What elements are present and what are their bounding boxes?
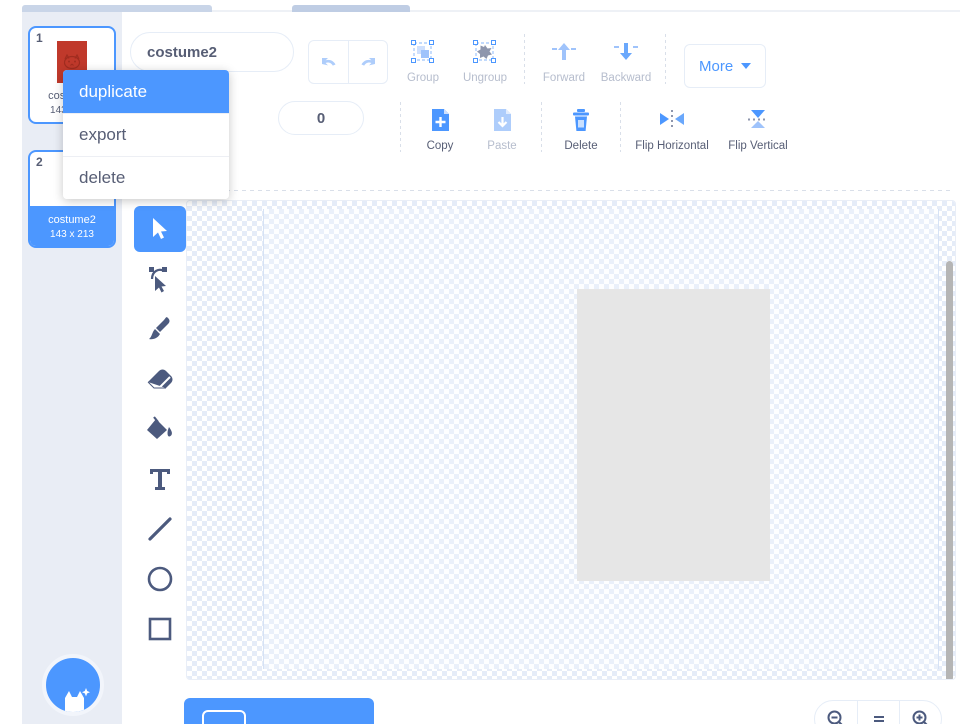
cat-face-icon <box>63 54 81 70</box>
flip-vertical-button[interactable]: Flip Vertical <box>715 100 801 152</box>
toolbar-divider <box>620 102 621 152</box>
circle-icon <box>147 566 173 592</box>
forward-icon <box>550 38 578 68</box>
zoom-out-button[interactable] <box>815 701 857 724</box>
costume-name: costume2 <box>48 214 96 226</box>
minus-icon <box>827 710 843 724</box>
zoom-reset-button[interactable] <box>857 701 899 724</box>
context-menu-item-label: export <box>79 125 127 144</box>
costume-name-row <box>130 32 294 72</box>
canvas-artboard[interactable] <box>263 209 939 669</box>
eraser-icon <box>147 369 173 389</box>
more-button[interactable]: More <box>684 44 767 88</box>
costume-name-input[interactable] <box>130 32 294 72</box>
forward-button[interactable]: Forward <box>533 32 595 84</box>
zoom-in-button[interactable] <box>899 701 941 724</box>
context-menu-item-export[interactable]: export <box>63 113 229 156</box>
copy-icon <box>427 106 453 136</box>
flip-vertical-icon <box>742 106 774 136</box>
context-menu: duplicate export delete <box>63 70 229 199</box>
paste-icon <box>489 106 515 136</box>
equals-icon <box>873 716 884 722</box>
group-button[interactable]: Group <box>392 32 454 84</box>
brush-icon <box>149 317 170 340</box>
copy-button-label: Copy <box>426 140 454 152</box>
flip-horizontal-button-label: Flip Horizontal <box>635 140 709 152</box>
context-menu-item-duplicate[interactable]: duplicate <box>63 70 229 113</box>
paint-canvas[interactable] <box>186 200 956 680</box>
context-menu-item-label: duplicate <box>79 81 148 101</box>
chevron-down-icon <box>741 63 752 69</box>
paste-button-label: Paste <box>487 140 517 152</box>
group-icon <box>409 38 437 68</box>
copy-button[interactable]: Copy <box>409 100 471 152</box>
delete-button-label: Delete <box>564 140 598 152</box>
paint-editor: Outline <box>122 12 960 724</box>
circle-tool[interactable] <box>134 556 186 602</box>
tab-stage[interactable] <box>292 5 410 12</box>
add-costume-button[interactable] <box>42 654 104 716</box>
costume-dimensions: 143 x 213 <box>50 229 94 240</box>
tool-palette <box>130 200 190 684</box>
outline-width-input[interactable] <box>278 101 364 135</box>
canvas-vertical-scrollbar[interactable] <box>946 261 953 679</box>
brush-tool[interactable] <box>134 306 186 352</box>
text-tool[interactable] <box>134 456 186 502</box>
fill-tool[interactable] <box>134 406 186 452</box>
context-menu-item-delete[interactable]: delete <box>63 156 229 199</box>
undo-icon <box>321 58 335 66</box>
line-tool[interactable] <box>134 506 186 552</box>
reshape-tool[interactable] <box>134 256 186 302</box>
tab-costumes[interactable] <box>22 5 212 12</box>
costume-selected-bar <box>30 206 114 246</box>
bitmap-toggle-pill <box>202 710 246 724</box>
forward-button-label: Forward <box>542 72 586 84</box>
delete-icon <box>568 106 594 136</box>
zoom-controls <box>814 700 942 724</box>
toolbar-separator <box>130 190 954 191</box>
line-icon <box>148 517 172 541</box>
object-toolbar-row1: Group Ungroup Forward Backward More <box>392 32 767 94</box>
flip-vertical-button-label: Flip Vertical <box>728 140 788 152</box>
rectangle-tool[interactable] <box>134 606 186 652</box>
eraser-tool[interactable] <box>134 356 186 402</box>
context-menu-item-label: delete <box>79 168 126 187</box>
rectangle-icon <box>148 617 172 641</box>
toolbar-divider <box>400 102 401 152</box>
paint-bucket-icon <box>147 416 172 439</box>
backward-button-label: Backward <box>600 72 652 84</box>
bitmap-mode-toggle[interactable] <box>184 698 374 724</box>
flip-horizontal-icon <box>656 106 688 136</box>
toolbar-divider <box>665 34 666 84</box>
reshape-icon <box>149 267 167 293</box>
object-toolbar-row2: Copy Paste Delete Flip Horizontal Flip V… <box>392 100 801 162</box>
toolbar-divider <box>524 34 525 84</box>
ungroup-button-label: Ungroup <box>462 72 508 84</box>
redo-button[interactable] <box>348 41 387 83</box>
ungroup-button[interactable]: Ungroup <box>454 32 516 84</box>
paste-button[interactable]: Paste <box>471 100 533 152</box>
toolbar-divider <box>541 102 542 152</box>
group-button-label: Group <box>407 72 439 84</box>
flip-horizontal-button[interactable]: Flip Horizontal <box>629 100 715 152</box>
plus-icon <box>912 710 927 724</box>
cursor-icon <box>153 218 167 239</box>
backward-button[interactable]: Backward <box>595 32 657 84</box>
undo-button[interactable] <box>309 41 348 83</box>
redo-icon <box>361 58 375 66</box>
tab-strip <box>0 0 960 12</box>
cat-icon <box>65 688 90 712</box>
ungroup-icon <box>471 38 499 68</box>
more-button-label: More <box>699 57 734 75</box>
backward-icon <box>612 38 640 68</box>
paint-editor-window: 1 costume1 143 x 213 <box>0 0 960 724</box>
canvas-shape-rectangle[interactable] <box>577 289 770 581</box>
delete-button[interactable]: Delete <box>550 100 612 152</box>
text-icon <box>150 469 170 490</box>
undo-redo-group <box>308 40 388 84</box>
select-tool[interactable] <box>134 206 186 252</box>
